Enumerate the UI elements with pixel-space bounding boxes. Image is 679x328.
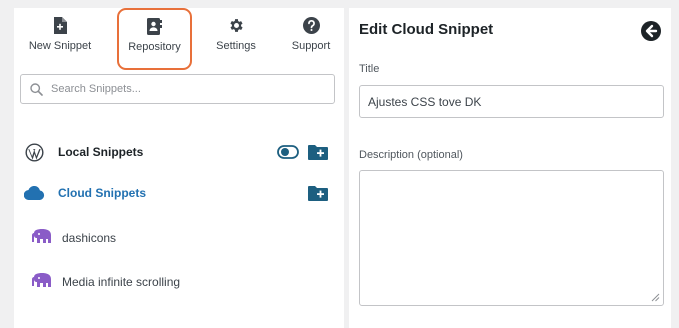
back-arrow-icon[interactable] [641,21,661,41]
gear-icon [229,19,243,32]
title-field-label: Title [359,63,380,75]
cloud-icon [24,186,45,200]
description-field-label: Description (optional) [359,149,463,161]
cloud-snippets-section[interactable]: Cloud Snippets [22,182,332,204]
local-snippets-label: Local Snippets [58,145,144,159]
search-box [20,74,335,104]
cloud-snippets-label: Cloud Snippets [58,186,146,200]
elephant-icon [32,229,51,243]
snippet-item[interactable]: Media infinite scrolling [30,271,330,293]
new-snippet-label: New Snippet [28,40,92,52]
add-folder-icon[interactable] [308,185,328,201]
support-label: Support [291,40,331,52]
snippet-label: dashicons [62,231,117,245]
repository-icon [147,18,162,35]
new-snippet-button[interactable]: New Snippet [20,8,100,70]
help-icon [302,17,320,34]
snippet-item[interactable]: dashicons [30,227,330,249]
search-input[interactable] [51,79,326,99]
repository-label: Repository [128,41,181,53]
edit-snippet-panel: Edit Cloud Snippet Title Description (op… [349,8,671,328]
support-button[interactable]: Support [278,8,344,70]
repository-button[interactable]: Repository [117,8,192,70]
page-title: Edit Cloud Snippet [359,21,494,38]
wordpress-icon [25,143,44,162]
elephant-icon [32,273,51,287]
settings-label: Settings [216,40,256,52]
description-field[interactable] [359,170,664,306]
new-snippet-icon [54,17,67,34]
snippet-label: Media infinite scrolling [62,275,181,289]
local-snippets-section[interactable]: Local Snippets [22,141,332,163]
add-folder-icon[interactable] [308,144,328,160]
snippet-sidebar: New Snippet Repository Settings Support [14,8,344,328]
search-icon [30,83,43,96]
toggle-icon[interactable] [277,145,299,159]
settings-button[interactable]: Settings [196,8,276,70]
resize-handle-icon[interactable] [650,292,660,302]
title-field[interactable] [359,85,664,118]
